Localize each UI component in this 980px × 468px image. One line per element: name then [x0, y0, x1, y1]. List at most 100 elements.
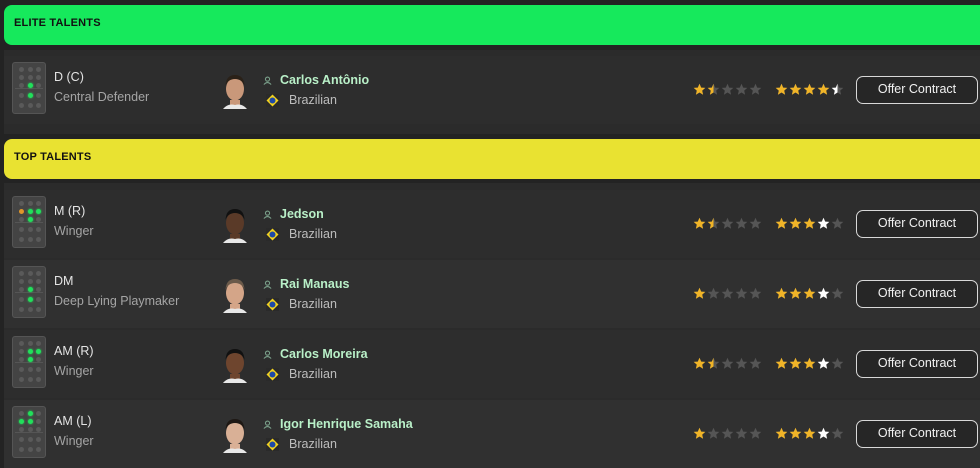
- formation-dot: [27, 367, 33, 372]
- formation-dot: [27, 237, 33, 242]
- formation-dot: [36, 83, 41, 88]
- player-position: AM (L): [54, 414, 92, 428]
- formation-dot: [27, 297, 33, 302]
- formation-icon: [12, 336, 46, 388]
- formation-dot: [36, 227, 41, 232]
- player-position: M (R): [54, 204, 86, 218]
- star-icon: [707, 357, 720, 369]
- formation-dot: [19, 411, 24, 416]
- star-icon: [721, 287, 734, 299]
- formation-dot: [27, 287, 33, 292]
- formation-dot: [19, 447, 24, 452]
- formation-dot: [36, 367, 41, 372]
- formation-dot: [36, 411, 41, 416]
- formation-dot: [19, 307, 24, 312]
- current-ability-stars: [693, 217, 763, 230]
- player-name[interactable]: Carlos Moreira: [280, 347, 368, 361]
- offer-contract-button[interactable]: Offer Contract: [856, 420, 978, 448]
- star-icon: [789, 217, 802, 229]
- formation-dot: [27, 411, 33, 416]
- star-icon: [831, 83, 844, 95]
- player-name[interactable]: Igor Henrique Samaha: [280, 417, 413, 431]
- player-row[interactable]: D (C) Central Defender Carlos Antônio Br…: [4, 56, 980, 124]
- formation-dot: [27, 75, 33, 80]
- formation-dot: [19, 427, 24, 432]
- player-face-icon: [223, 209, 247, 243]
- formation-dot: [36, 307, 41, 312]
- player-nationality: Brazilian: [289, 437, 337, 451]
- formation-dot: [19, 83, 24, 88]
- star-icon: [693, 287, 706, 299]
- star-icon: [817, 83, 830, 95]
- star-icon: [831, 427, 844, 439]
- player-row[interactable]: DM Deep Lying Playmaker Rai Manaus Brazi…: [4, 260, 980, 328]
- star-icon: [693, 83, 706, 95]
- elite-talents-header: ELITE TALENTS: [4, 5, 980, 45]
- player-row[interactable]: AM (R) Winger Carlos Moreira Brazilian O…: [4, 330, 980, 398]
- formation-dot: [19, 75, 24, 80]
- current-ability-stars: [693, 427, 763, 440]
- formation-dot: [27, 201, 33, 206]
- formation-icon: [12, 196, 46, 248]
- formation-dot: [36, 201, 41, 206]
- formation-dot: [27, 419, 33, 424]
- formation-dot: [19, 93, 24, 98]
- offer-contract-button[interactable]: Offer Contract: [856, 210, 978, 238]
- player-name[interactable]: Rai Manaus: [280, 277, 349, 291]
- formation-dot: [27, 279, 33, 284]
- formation-dot: [27, 217, 33, 222]
- formation-dot: [27, 93, 33, 98]
- formation-dot: [27, 377, 33, 382]
- formation-dot: [19, 297, 24, 302]
- formation-dot: [36, 217, 41, 222]
- formation-dot: [36, 341, 41, 346]
- formation-dot: [36, 437, 41, 442]
- person-icon: [263, 280, 272, 289]
- star-icon: [693, 427, 706, 439]
- offer-contract-button[interactable]: Offer Contract: [856, 76, 978, 104]
- formation-dot: [19, 357, 24, 362]
- formation-dot: [36, 349, 41, 354]
- player-name[interactable]: Jedson: [280, 207, 324, 221]
- formation-dot: [27, 83, 33, 88]
- player-nationality: Brazilian: [289, 93, 337, 107]
- potential-ability-stars: [775, 357, 845, 370]
- star-icon: [817, 287, 830, 299]
- star-icon: [749, 357, 762, 369]
- formation-dot: [36, 427, 41, 432]
- brazil-flag-icon: [266, 298, 279, 311]
- player-nationality: Brazilian: [289, 297, 337, 311]
- brazil-flag-icon: [266, 438, 279, 451]
- star-icon: [707, 427, 720, 439]
- offer-contract-button[interactable]: Offer Contract: [856, 350, 978, 378]
- player-face-icon: [223, 279, 247, 313]
- star-icon: [817, 357, 830, 369]
- star-icon: [775, 427, 788, 439]
- formation-dot: [19, 419, 24, 424]
- player-role: Deep Lying Playmaker: [54, 294, 180, 308]
- player-row[interactable]: AM (L) Winger Igor Henrique Samaha Brazi…: [4, 400, 980, 468]
- player-face-icon: [223, 349, 247, 383]
- star-icon: [817, 217, 830, 229]
- player-name[interactable]: Carlos Antônio: [280, 73, 369, 87]
- formation-dot: [36, 67, 41, 72]
- player-row[interactable]: M (R) Winger Jedson Brazilian Offer Cont…: [4, 190, 980, 258]
- potential-ability-stars: [775, 217, 845, 230]
- potential-ability-stars: [775, 427, 845, 440]
- formation-dot: [19, 217, 24, 222]
- player-role: Winger: [54, 434, 94, 448]
- formation-dot: [36, 279, 41, 284]
- offer-contract-button[interactable]: Offer Contract: [856, 280, 978, 308]
- formation-dot: [27, 447, 33, 452]
- formation-dot: [36, 93, 41, 98]
- formation-dot: [19, 271, 24, 276]
- formation-dot: [19, 349, 24, 354]
- player-position: DM: [54, 274, 74, 288]
- player-nationality: Brazilian: [289, 227, 337, 241]
- formation-dot: [27, 67, 33, 72]
- star-icon: [775, 217, 788, 229]
- star-icon: [749, 287, 762, 299]
- star-icon: [817, 427, 830, 439]
- formation-dot: [27, 437, 33, 442]
- star-icon: [735, 357, 748, 369]
